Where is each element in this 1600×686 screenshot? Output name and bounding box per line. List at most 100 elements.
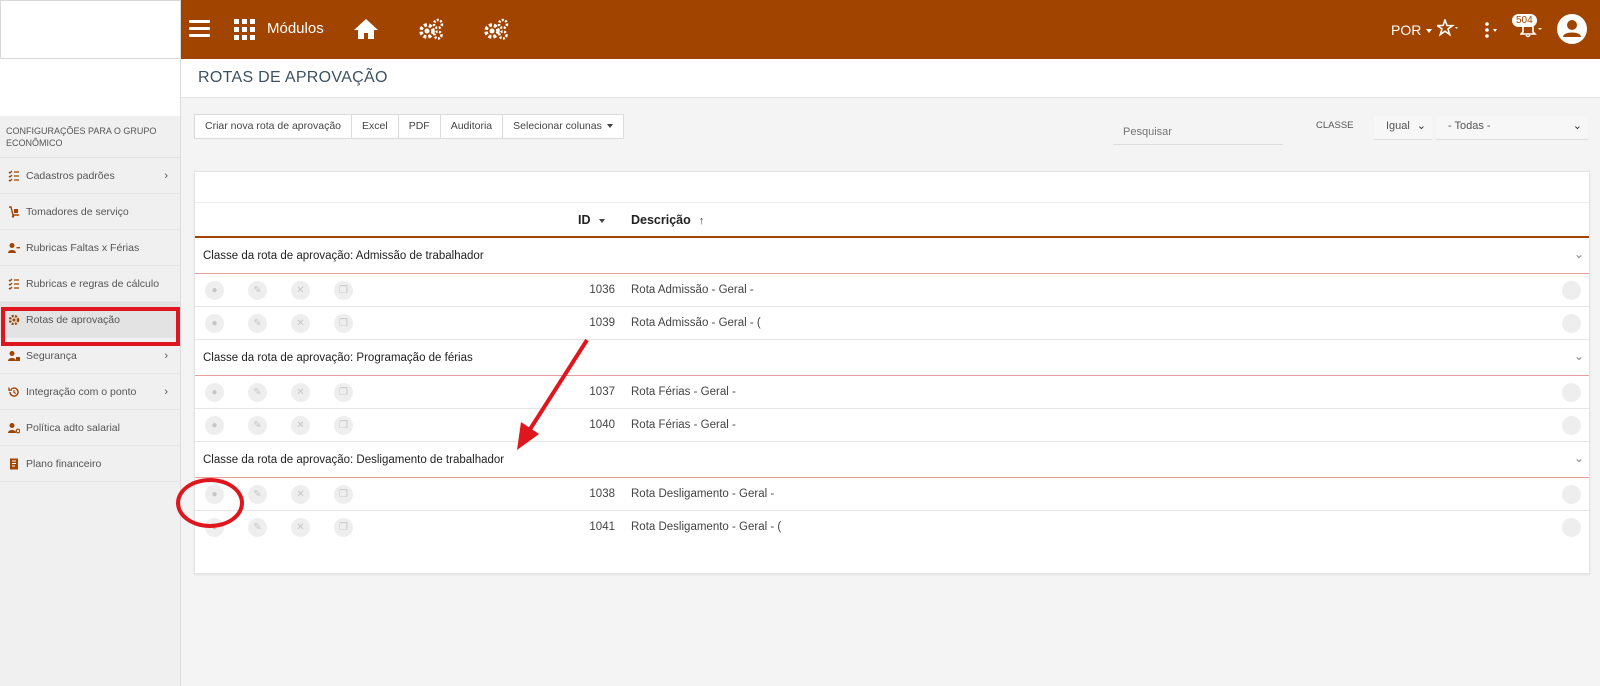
table-row: ● ✎ ✕ ❐ 1041 Rota Desligamento - Geral -… [195, 511, 1589, 544]
home-icon[interactable] [353, 18, 379, 40]
column-header-id[interactable]: ID [578, 213, 605, 227]
table-row: ● ✎ ✕ ❐ 1038 Rota Desligamento - Geral - [195, 478, 1589, 511]
classe-select[interactable]: - Todas - ⌄ [1436, 116, 1588, 140]
sidebar-item-plano-financeiro[interactable]: Plano financeiro [0, 446, 180, 482]
group-label: Classe da rota de aprovação: Admissão de… [203, 250, 484, 262]
sidebar: CONFIGURAÇÕES PARA O GRUPO ECONÔMICO Cad… [0, 59, 181, 686]
copy-icon[interactable]: ❐ [334, 383, 353, 402]
sidebar-item-rubricas-faltas[interactable]: Rubricas Faltas x Férias [0, 230, 180, 266]
classe-filter-label: CLASSE [1316, 120, 1354, 131]
logo-area [0, 0, 181, 59]
sidebar-item-label: Tomadores de serviço [26, 205, 129, 218]
row-description: Rota Admissão - Geral - ( [631, 317, 761, 329]
export-excel-button[interactable]: Excel [352, 115, 399, 138]
sidebar-group-title: CONFIGURAÇÕES PARA O GRUPO ECONÔMICO [0, 116, 180, 158]
sidebar-item-cadastros-padroes[interactable]: Cadastros padrões › [0, 158, 180, 194]
operator-select[interactable]: Igual ⌄ [1374, 116, 1432, 140]
annotation-arrow [517, 338, 589, 450]
settings-gears-icon[interactable] [417, 18, 445, 40]
more-options-icon[interactable] [1484, 22, 1500, 38]
sidebar-item-label: Rubricas Faltas x Férias [26, 241, 140, 254]
group-row[interactable]: Classe da rota de aprovação: Desligament… [195, 442, 1589, 478]
row-id: 1036 [589, 284, 615, 296]
table-row: ● ✎ ✕ ❐ 1040 Rota Férias - Geral - [195, 409, 1589, 442]
export-pdf-button[interactable]: PDF [399, 115, 441, 138]
delete-icon[interactable]: ✕ [291, 485, 310, 504]
document-icon[interactable] [1562, 383, 1581, 402]
document-icon[interactable] [1562, 281, 1581, 300]
edit-icon[interactable]: ✎ [248, 281, 267, 300]
settings-gears-icon-2[interactable] [482, 18, 510, 40]
select-columns-button[interactable]: Selecionar colunas [503, 115, 623, 138]
sidebar-item-label: Plano financeiro [26, 457, 102, 470]
user-icon [1563, 20, 1581, 37]
chevron-down-icon: ⌄ [1572, 120, 1582, 132]
modules-grid-icon[interactable] [234, 19, 255, 40]
sidebar-item-politica-adto[interactable]: Política adto salarial [0, 410, 180, 446]
table-row: ● ✎ ✕ ❐ 1037 Rota Férias - Geral - [195, 376, 1589, 409]
sidebar-item-label: Política adto salarial [26, 421, 120, 434]
chevron-down-icon[interactable]: ⌄ [1574, 349, 1584, 363]
search-input[interactable] [1113, 119, 1283, 145]
history-icon [8, 386, 19, 397]
sidebar-item-integracao-ponto[interactable]: Integração com o ponto › [0, 374, 180, 410]
favorites-star-icon[interactable] [1437, 19, 1461, 37]
toolbar-button-group: Criar nova rota de aprovação Excel PDF A… [194, 114, 624, 139]
view-icon[interactable]: ● [205, 383, 224, 402]
annotation-circle [176, 478, 244, 528]
copy-icon[interactable]: ❐ [334, 314, 353, 333]
copy-icon[interactable]: ❐ [334, 281, 353, 300]
group-label: Classe da rota de aprovação: Programação… [203, 352, 473, 364]
view-icon[interactable]: ● [205, 314, 224, 333]
chevron-right-icon: › [164, 386, 168, 398]
audit-button[interactable]: Auditoria [441, 115, 504, 138]
menu-icon[interactable] [189, 20, 210, 38]
delete-icon[interactable]: ✕ [291, 416, 310, 435]
row-id: 1038 [589, 488, 615, 500]
document-icon[interactable] [1562, 485, 1581, 504]
group-row[interactable]: Classe da rota de aprovação: Programação… [195, 340, 1589, 376]
row-id: 1041 [589, 521, 615, 533]
language-selector[interactable]: POR [1391, 22, 1433, 38]
view-icon[interactable]: ● [205, 281, 224, 300]
row-description: Rota Férias - Geral - [631, 419, 736, 431]
chevron-down-icon[interactable]: ⌄ [1574, 451, 1584, 465]
edit-icon[interactable]: ✎ [248, 518, 267, 537]
delete-icon[interactable]: ✕ [291, 518, 310, 537]
column-header-description[interactable]: Descrição ↑ [631, 213, 704, 227]
create-route-button[interactable]: Criar nova rota de aprovação [195, 115, 352, 138]
copy-icon[interactable]: ❐ [334, 416, 353, 435]
delete-icon[interactable]: ✕ [291, 281, 310, 300]
delete-icon[interactable]: ✕ [291, 314, 310, 333]
chevron-down-icon[interactable]: ⌄ [1574, 247, 1584, 261]
copy-icon[interactable]: ❐ [334, 518, 353, 537]
copy-icon[interactable]: ❐ [334, 485, 353, 504]
sidebar-item-tomadores[interactable]: Tomadores de serviço [0, 194, 180, 230]
sidebar-item-label: Rubricas e regras de cálculo [26, 277, 160, 290]
delete-icon[interactable]: ✕ [291, 383, 310, 402]
list-check-icon [8, 278, 19, 290]
modules-button[interactable]: Módulos [267, 20, 324, 37]
sidebar-item-rubricas-regras[interactable]: Rubricas e regras de cálculo [0, 266, 180, 302]
row-description: Rota Desligamento - Geral - [631, 488, 775, 500]
edit-icon[interactable]: ✎ [248, 485, 267, 504]
main-content: ROTAS DE APROVAÇÃO Criar nova rota de ap… [181, 59, 1600, 686]
page-title: ROTAS DE APROVAÇÃO [198, 69, 388, 86]
table-header: ID Descrição ↑ [195, 202, 1589, 238]
user-minus-icon [8, 242, 20, 253]
edit-icon[interactable]: ✎ [248, 383, 267, 402]
list-check-icon [8, 170, 19, 182]
edit-icon[interactable]: ✎ [248, 416, 267, 435]
document-icon[interactable] [1562, 416, 1581, 435]
routes-table: ID Descrição ↑ Classe da rota de aprovaçã… [194, 171, 1590, 574]
group-row[interactable]: Classe da rota de aprovação: Admissão de… [195, 238, 1589, 274]
user-avatar[interactable] [1557, 14, 1587, 44]
view-icon[interactable]: ● [205, 416, 224, 435]
row-description: Rota Férias - Geral - [631, 386, 736, 398]
document-icon[interactable] [1562, 314, 1581, 333]
page-header: ROTAS DE APROVAÇÃO [181, 59, 1600, 98]
notification-badge: 504 [1512, 14, 1537, 27]
edit-icon[interactable]: ✎ [248, 314, 267, 333]
group-label: Classe da rota de aprovação: Desligament… [203, 454, 505, 466]
document-icon[interactable] [1562, 518, 1581, 537]
